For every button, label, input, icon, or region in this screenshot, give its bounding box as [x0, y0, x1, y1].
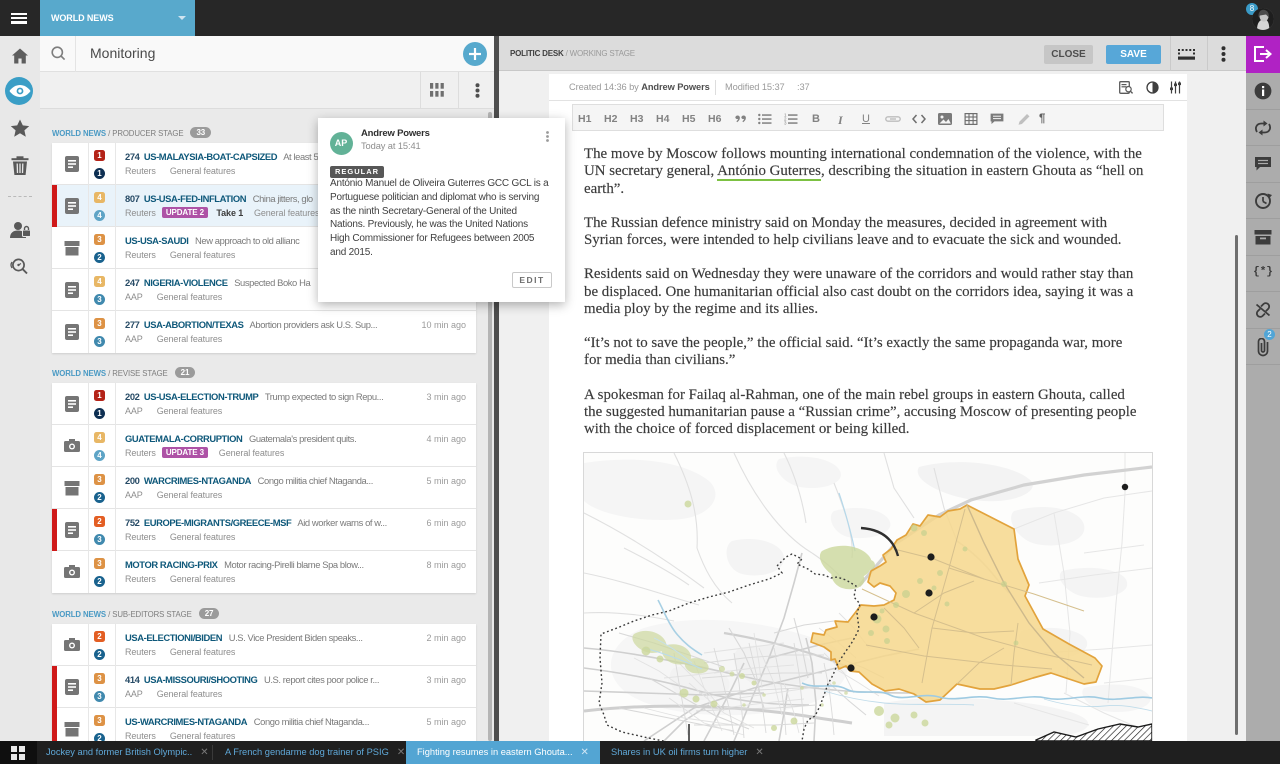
- svg-text:3: 3: [784, 121, 787, 125]
